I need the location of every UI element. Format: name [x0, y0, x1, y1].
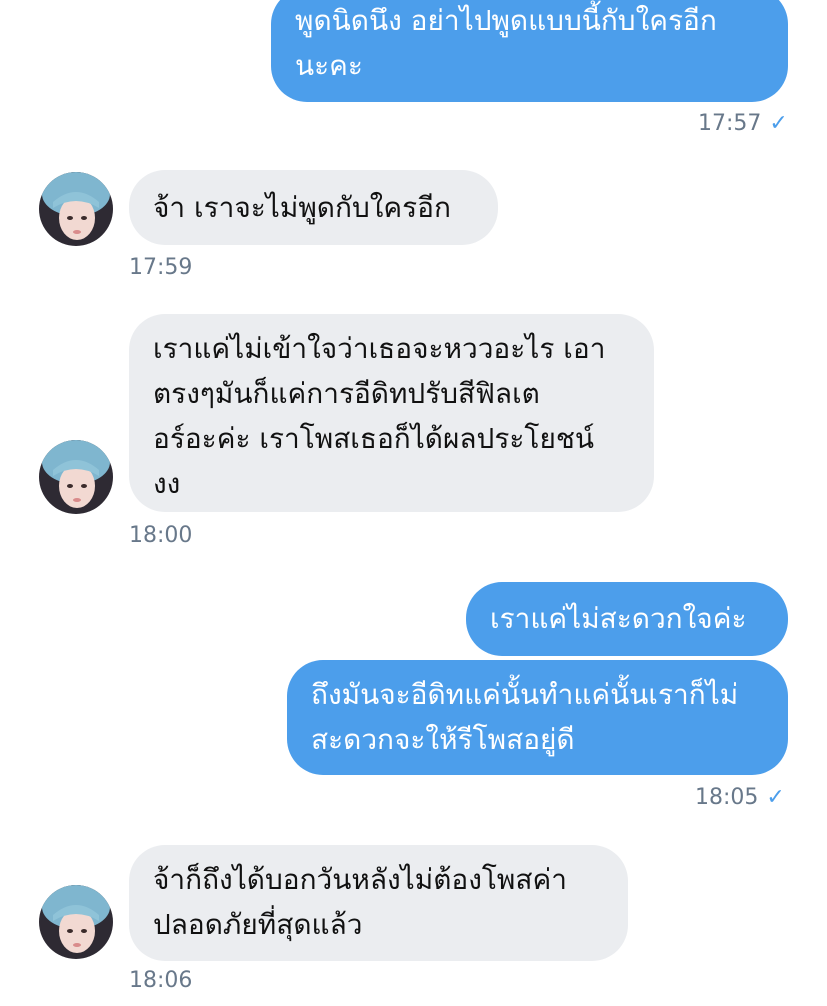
- checkmark-icon: ✓: [766, 785, 785, 810]
- sent-message-bubble[interactable]: เราแค่ไม่สะดวกใจค่ะ: [466, 582, 788, 656]
- sent-message-bubble[interactable]: พูดนิดนึง อย่าไปพูดแบบนี้กับใครอีก นะคะ: [271, 0, 788, 102]
- avatar[interactable]: [39, 885, 113, 959]
- avatar-image: [39, 440, 113, 514]
- received-message-bubble[interactable]: เราแค่ไม่เข้าใจว่าเธอจะหววอะไร เอา ตรงๆม…: [129, 314, 654, 512]
- avatar-image: [39, 885, 113, 959]
- message-timestamp: 18:00: [129, 523, 193, 548]
- avatar[interactable]: [39, 440, 113, 514]
- message-timestamp: 17:59: [129, 255, 193, 280]
- sent-message-bubble[interactable]: ถึงมันจะอีดิทแค่นั้นทำแค่นั้นเราก็ไม่ สะ…: [287, 660, 788, 775]
- checkmark-icon: ✓: [769, 111, 788, 136]
- received-message-bubble[interactable]: จ้าก็ถึงได้บอกวันหลังไม่ต้องโพสค่า ปลอดภ…: [129, 845, 628, 961]
- message-timestamp: 18:06: [129, 968, 193, 993]
- avatar-image: [39, 172, 113, 246]
- message-timestamp: 17:57 ✓: [698, 111, 788, 136]
- avatar[interactable]: [39, 172, 113, 246]
- message-timestamp: 18:05 ✓: [695, 785, 785, 810]
- received-message-bubble[interactable]: จ้า เราจะไม่พูดกับใครอีก: [129, 170, 498, 245]
